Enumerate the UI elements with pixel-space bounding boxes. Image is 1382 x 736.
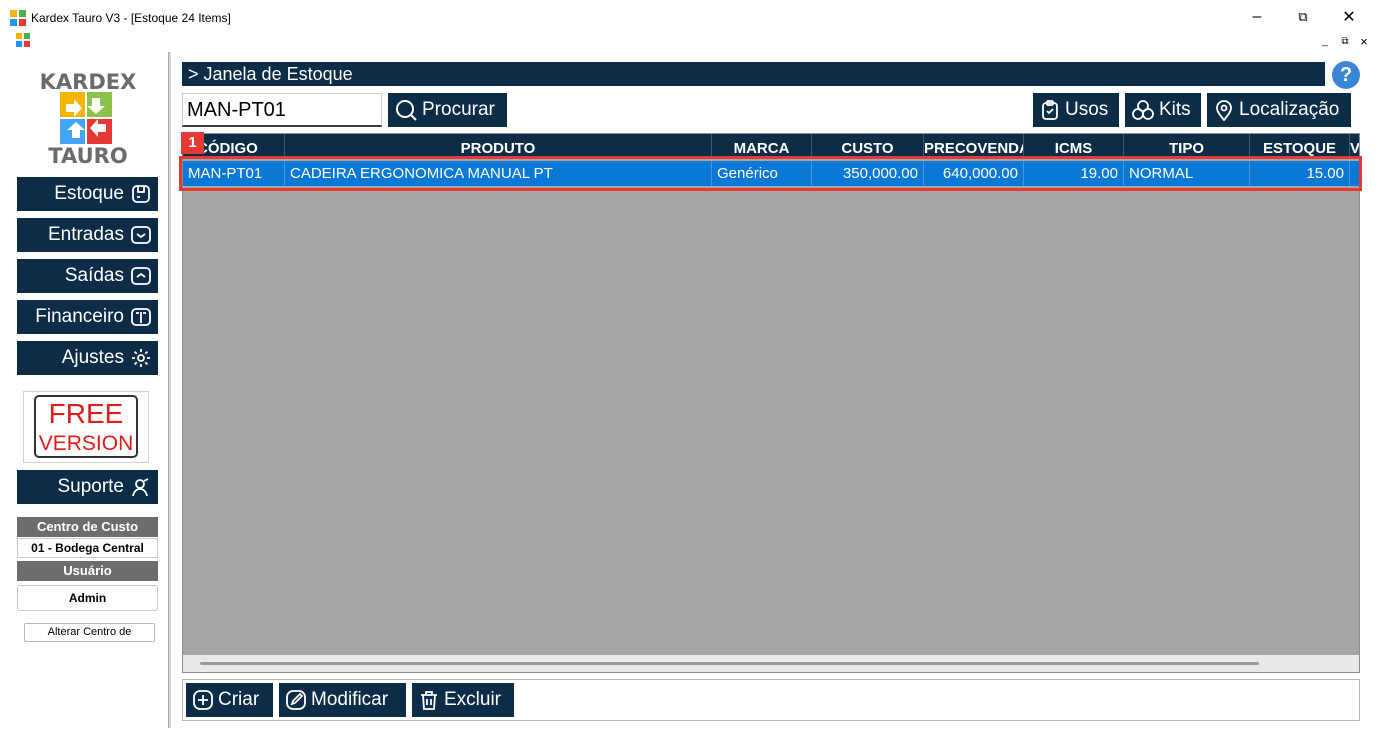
- usuario-value: Admin: [17, 585, 158, 611]
- suporte-label: Suporte: [57, 476, 124, 497]
- nav-estoque-label: Estoque: [54, 183, 124, 204]
- horizontal-scrollbar[interactable]: [200, 662, 1259, 665]
- nav-entradas-label: Entradas: [47, 224, 124, 245]
- column-header-precovenda[interactable]: PRECOVENDA: [924, 134, 1024, 158]
- search-input[interactable]: MAN-PT01: [182, 93, 382, 127]
- centro-de-custo-value: 01 - Bodega Central: [17, 538, 158, 558]
- usos-label: Usos: [1065, 99, 1109, 120]
- annotation-marker: 1: [181, 132, 204, 154]
- centro-de-custo-label: Centro de Custo: [17, 517, 158, 537]
- criar-button[interactable]: Criar: [186, 683, 273, 717]
- excluir-button[interactable]: Excluir: [412, 683, 514, 717]
- modificar-label: Modificar: [311, 689, 389, 710]
- nav-financeiro-button[interactable]: Financeiro: [17, 300, 158, 334]
- suporte-button[interactable]: Suporte: [17, 470, 158, 504]
- page-title: > Janela de Estoque: [182, 62, 1325, 86]
- row-highlight-box: [179, 156, 1362, 191]
- procurar-label: Procurar: [422, 99, 495, 120]
- kits-label: Kits: [1159, 99, 1191, 120]
- localizacao-label: Localização: [1239, 99, 1340, 120]
- alterar-centro-button[interactable]: Alterar Centro de: [24, 623, 155, 642]
- kits-button[interactable]: Kits: [1125, 93, 1201, 127]
- nav-ajustes-label: Ajustes: [61, 347, 124, 368]
- logo-icon: [60, 92, 112, 144]
- procurar-button[interactable]: Procurar: [388, 93, 507, 127]
- localizacao-button[interactable]: Localização: [1207, 93, 1351, 127]
- support-person-icon: [130, 476, 152, 498]
- column-header-produto[interactable]: PRODUTO: [285, 134, 712, 158]
- app-icon: [10, 10, 26, 26]
- search-icon: [394, 98, 418, 122]
- criar-label: Criar: [218, 689, 260, 710]
- modificar-button[interactable]: Modificar: [279, 683, 406, 717]
- nav-saidas-button[interactable]: Saídas: [17, 259, 158, 293]
- plus-icon: [192, 689, 214, 711]
- sidebar-divider: [168, 52, 171, 728]
- column-header-custo[interactable]: CUSTO: [812, 134, 924, 158]
- kits-icon: [1131, 99, 1155, 121]
- column-header-tipo[interactable]: TIPO: [1124, 134, 1250, 158]
- column-header-estoque[interactable]: ESTOQUE: [1250, 134, 1350, 158]
- mdi-minimize-button[interactable]: _: [1318, 34, 1332, 48]
- book-icon: [130, 306, 152, 328]
- column-header-marca[interactable]: MARCA: [712, 134, 812, 158]
- nav-ajustes-button[interactable]: Ajustes: [17, 341, 158, 375]
- column-header-icms[interactable]: ICMS: [1024, 134, 1124, 158]
- inbox-down-icon: [130, 224, 152, 246]
- stock-grid[interactable]: [182, 133, 1360, 673]
- usos-button[interactable]: Usos: [1033, 93, 1119, 127]
- close-button[interactable]: ✕: [1326, 0, 1372, 34]
- minimize-button[interactable]: –: [1234, 0, 1280, 34]
- logo-text-bottom: TAURO: [48, 144, 128, 168]
- inbox-up-icon: [130, 265, 152, 287]
- mdi-restore-button[interactable]: ⧉: [1338, 34, 1352, 48]
- logo-text-top: KARDEX: [39, 70, 137, 94]
- clipboard-check-icon: [1039, 99, 1061, 121]
- window-title: Kardex Tauro V3 - [Estoque 24 Items]: [31, 11, 231, 25]
- help-button[interactable]: ?: [1332, 61, 1360, 89]
- column-header-v[interactable]: V: [1350, 134, 1359, 158]
- nav-saidas-label: Saídas: [64, 265, 124, 286]
- edit-icon: [285, 689, 307, 711]
- excluir-label: Excluir: [444, 689, 502, 710]
- nav-financeiro-label: Financeiro: [35, 306, 124, 327]
- box-icon: [130, 183, 152, 205]
- mdi-bar: [0, 32, 1382, 50]
- nav-estoque-button[interactable]: Estoque: [17, 177, 158, 211]
- trash-icon: [418, 689, 440, 711]
- usuario-label: Usuário: [17, 561, 158, 581]
- mdi-close-button[interactable]: ×: [1357, 34, 1371, 49]
- maximize-button[interactable]: ⧉: [1280, 0, 1326, 34]
- free-label: FREE: [48, 398, 124, 429]
- nav-entradas-button[interactable]: Entradas: [17, 218, 158, 252]
- version-label: VERSION: [38, 432, 134, 455]
- gear-icon: [130, 347, 152, 369]
- mdi-app-icon: [16, 33, 30, 47]
- location-pin-icon: [1213, 99, 1235, 121]
